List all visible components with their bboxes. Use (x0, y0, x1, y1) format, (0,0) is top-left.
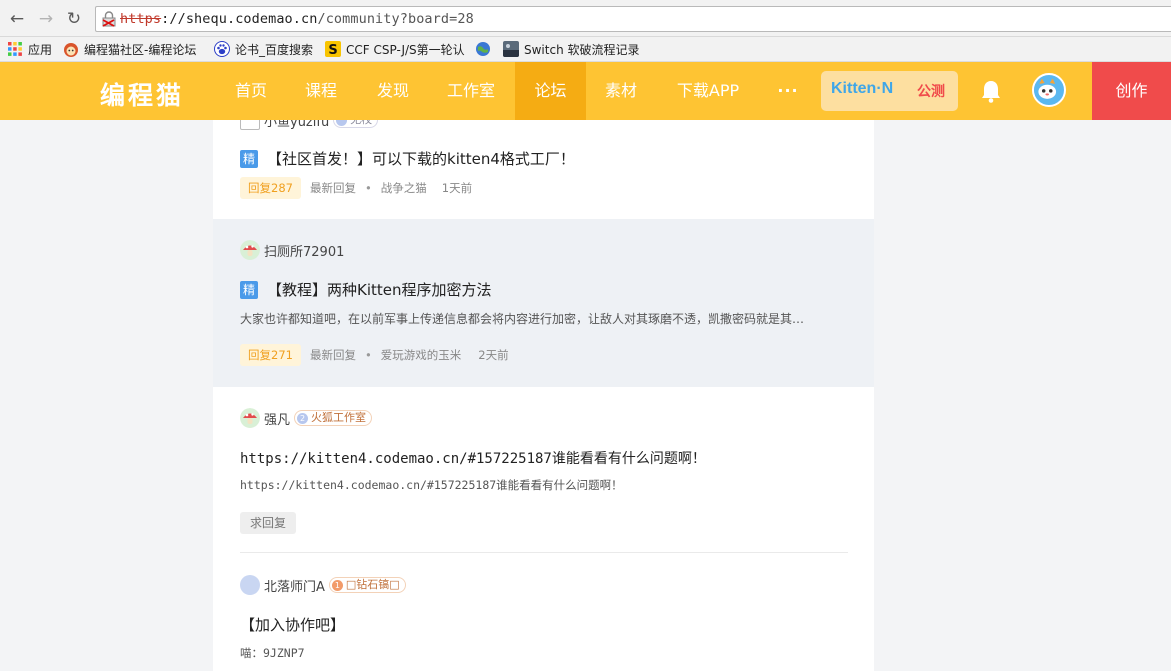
apps-grid-icon (8, 42, 22, 56)
reload-icon[interactable]: ↻ (64, 9, 84, 29)
author-level-badge: 无校 (333, 120, 379, 128)
post-author[interactable]: 强凡 2 火狐工作室 (240, 408, 373, 428)
forum-post-list: 小鱼yuzifu 无校 精 【社区首发！】可以下载的kitten4格式工厂！ 回… (213, 120, 874, 671)
post-item[interactable]: 小鱼yuzifu 无校 精 【社区首发！】可以下载的kitten4格式工厂！ 回… (213, 120, 874, 219)
post-meta: 回复271 最新回复 • 爱玩游戏的玉米 2天前 (240, 344, 509, 366)
post-item[interactable]: 强凡 2 火狐工作室 https://kitten4.codemao.cn/#15… (213, 387, 874, 553)
default-avatar-icon (240, 575, 260, 595)
reply-count-badge: 回复271 (240, 344, 301, 366)
nav-discover[interactable]: 发现 (358, 62, 428, 120)
post-excerpt: 大家也许都知道吧，在以前军事上传递信息都会将内容进行加密，让敌人对其琢磨不透，凯… (240, 312, 805, 326)
latest-reply-user[interactable]: 爱玩游戏的玉米 (381, 347, 462, 363)
bookmark-globe[interactable] (475, 39, 496, 59)
post-title[interactable]: 精 【社区首发！】可以下载的kitten4格式工厂！ (240, 148, 575, 169)
post-author[interactable]: 扫厕所72901 (240, 240, 344, 260)
mushroom-avatar-icon (240, 408, 260, 428)
author-name: 北落师门A (264, 579, 325, 595)
post-time: 1天前 (441, 181, 473, 195)
title-label: □钻石镐□ (345, 578, 400, 591)
post-time: 2天前 (478, 348, 509, 362)
bookmark-label: 应用 (28, 42, 53, 57)
post-title[interactable]: 精 【教程】两种Kitten程序加密方法 (240, 279, 492, 300)
mushroom-avatar-icon (240, 240, 260, 260)
post-item[interactable]: 扫厕所72901 精 【教程】两种Kitten程序加密方法 大家也许都知道吧，在… (213, 219, 874, 387)
user-avatar[interactable] (1032, 73, 1066, 107)
reply-count-badge: 回复287 (240, 177, 301, 199)
kitten-brand: Kitten·N (831, 80, 894, 97)
bookmarks-bar: 应用 编程猫社区-编程论坛 论书_百度搜索 S CCF CSP-J/S第一轮认 … (0, 37, 1171, 62)
create-button[interactable]: 创作 (1092, 62, 1171, 120)
post-author[interactable]: 小鱼yuzifu 无校 (240, 120, 379, 130)
globe-icon (476, 42, 490, 56)
latest-reply-user[interactable]: 战争之猫 (381, 180, 427, 196)
svg-text:S: S (328, 43, 337, 57)
post-item[interactable]: 北落师门A 1 □钻石镐□ 【加入协作吧】 喵：9JZNP7 (213, 553, 874, 671)
level-dot-icon: 1 (331, 579, 343, 591)
author-title-badge: 1 □钻石镐□ (328, 577, 406, 593)
back-arrow-icon[interactable]: ← (7, 9, 27, 29)
post-excerpt: 喵：9JZNP7 (240, 646, 305, 660)
kitten-n-beta-button[interactable]: Kitten·N 公测 (821, 71, 958, 111)
site-logo[interactable]: 编程猫 (100, 76, 184, 112)
post-meta: 回复287 最新回复 • 战争之猫 1天前 (240, 177, 472, 199)
author-name: 小鱼yuzifu (264, 120, 330, 130)
nav-download-app[interactable]: 下载APP (666, 62, 750, 120)
bookmark-ccf[interactable]: S CCF CSP-J/S第一轮认 (325, 39, 465, 59)
level-dot-icon: 2 (297, 412, 309, 424)
author-name: 扫厕所72901 (264, 244, 345, 260)
bookmark-switch[interactable]: Switch 软破流程记录 (503, 39, 640, 59)
author-name: 强凡 (264, 412, 291, 428)
post-author[interactable]: 北落师门A 1 □钻石镐□ (240, 575, 406, 595)
separator-dot: • (364, 181, 372, 195)
forward-arrow-icon[interactable]: → (36, 9, 56, 29)
nav-courses[interactable]: 课程 (286, 62, 356, 120)
post-title-text: 【加入协作吧】 (240, 616, 346, 634)
level-label: 无校 (350, 120, 372, 127)
url-path: /community?board=28 (317, 11, 474, 27)
browser-toolbar: ← → ↻ https://shequ.codemao.cn/community… (0, 0, 1171, 37)
nav-home[interactable]: 首页 (216, 62, 286, 120)
level-dot-icon (336, 120, 348, 126)
address-bar[interactable]: https://shequ.codemao.cn/community?board… (95, 6, 1171, 32)
url-text: https://shequ.codemao.cn/community?board… (120, 11, 474, 27)
ask-reply-badge: 求回复 (240, 512, 297, 534)
bookmark-label: Switch 软破流程记录 (524, 42, 640, 57)
kitten-badge: 公测 (917, 84, 945, 100)
post-title-text: 【社区首发！】可以下载的kitten4格式工厂！ (267, 150, 575, 168)
nav-forum[interactable]: 论坛 (515, 62, 586, 120)
bookmark-apps[interactable]: 应用 (7, 39, 52, 59)
url-protocol: https (120, 11, 162, 27)
switch-thumbnail-icon (503, 41, 519, 57)
nav-more[interactable]: ··· (762, 62, 814, 120)
avatar-cat-icon (1034, 76, 1061, 104)
codemao-icon (64, 43, 78, 57)
bookmark-baidu[interactable]: 论书_百度搜索 (214, 39, 313, 59)
bookmark-codemao[interactable]: 编程猫社区-编程论坛 (63, 39, 196, 59)
post-excerpt: https://kitten4.codemao.cn/#157225187谁能看… (240, 478, 623, 492)
latest-reply-label: 最新回复 (309, 348, 356, 362)
broken-image-avatar-icon (240, 120, 260, 130)
featured-badge: 精 (240, 149, 258, 168)
post-title[interactable]: 【加入协作吧】 (240, 614, 345, 635)
nav-studio[interactable]: 工作室 (432, 62, 510, 120)
url-host: ://shequ.codemao.cn (161, 11, 318, 27)
post-meta: 求回复 (240, 512, 297, 534)
post-title-text: https://kitten4.codemao.cn/#157225187谁能看… (240, 451, 706, 467)
insecure-lock-icon (102, 11, 116, 27)
post-title-text: 【教程】两种Kitten程序加密方法 (267, 281, 492, 299)
latest-reply-label: 最新回复 (309, 181, 356, 195)
nav-materials[interactable]: 素材 (586, 62, 656, 120)
bookmark-label: 论书_百度搜索 (235, 42, 314, 57)
author-studio-badge: 2 火狐工作室 (294, 410, 373, 426)
post-title[interactable]: https://kitten4.codemao.cn/#157225187谁能看… (240, 448, 706, 468)
ccf-icon: S (325, 41, 341, 57)
studio-label: 火狐工作室 (311, 411, 367, 424)
bookmark-label: 编程猫社区-编程论坛 (84, 42, 197, 57)
featured-badge: 精 (240, 280, 258, 299)
separator-dot: • (364, 348, 372, 362)
bookmark-label: CCF CSP-J/S第一轮认 (346, 42, 465, 57)
baidu-paw-icon (214, 41, 230, 57)
bell-icon[interactable] (980, 79, 1002, 103)
